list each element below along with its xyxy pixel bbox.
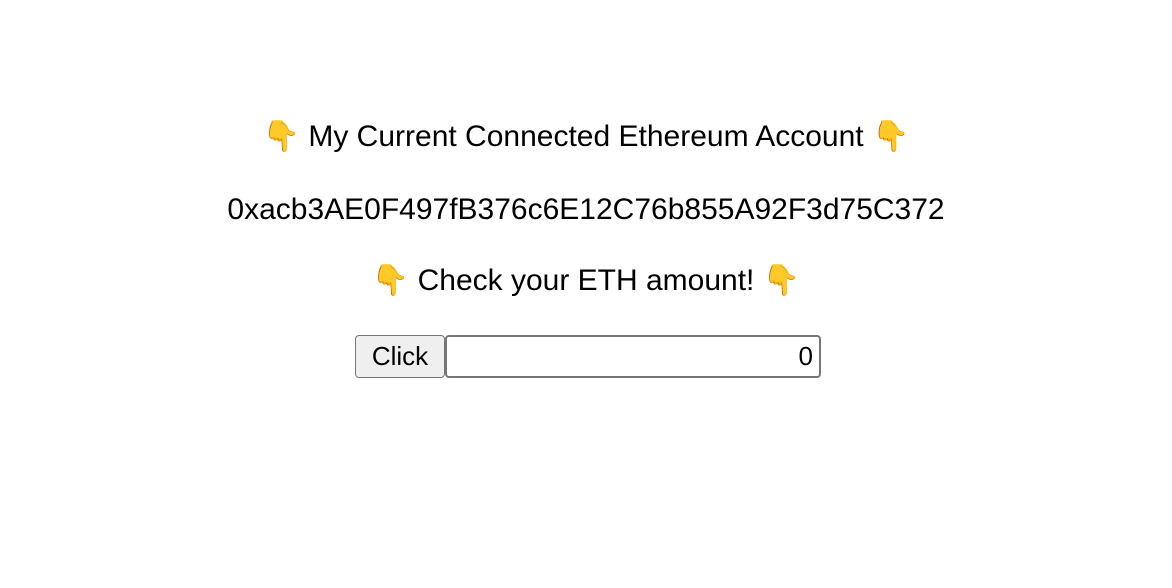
account-heading: 👇 My Current Connected Ethereum Account … <box>0 119 1172 155</box>
eth-amount-heading: 👇 Check your ETH amount! 👇 <box>0 263 1172 299</box>
pointing-down-icon: 👇 <box>371 264 410 297</box>
eth-amount-heading-text: Check your ETH amount! <box>417 264 755 297</box>
account-heading-text: My Current Connected Ethereum Account <box>308 120 864 153</box>
pointing-down-icon: 👇 <box>871 120 910 153</box>
pointing-down-icon: 👇 <box>762 264 801 297</box>
eth-amount-field[interactable] <box>445 335 821 378</box>
pointing-down-icon: 👇 <box>262 120 301 153</box>
click-button[interactable]: Click <box>355 335 445 378</box>
account-address: 0xacb3AE0F497fB376c6E12C76b855A92F3d75C3… <box>227 193 945 226</box>
eth-check-controls: Click <box>355 335 821 378</box>
